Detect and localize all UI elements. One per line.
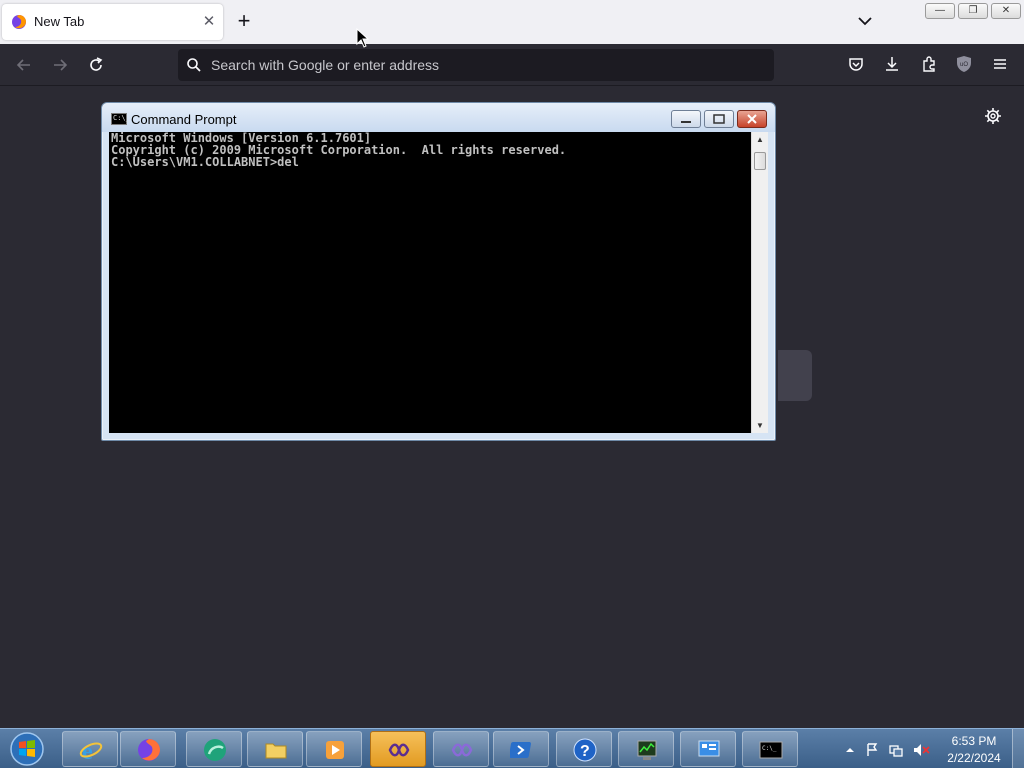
cmd-scrollbar[interactable]: ▲ ▼ — [751, 132, 768, 433]
tab-close-button[interactable]: ✕ — [201, 12, 217, 30]
back-arrow-icon[interactable] — [14, 55, 34, 75]
taskbar-windows-explorer[interactable] — [247, 731, 303, 767]
taskbar-help[interactable]: ? — [556, 731, 612, 767]
tab-strip: New Tab ✕ + — ❐ ✕ — [0, 0, 1024, 44]
taskbar-internet-explorer[interactable]: e — [62, 731, 118, 767]
address-bar[interactable]: Search with Google or enter address — [178, 49, 774, 81]
cmd-icon: C:\_ — [111, 113, 130, 125]
volume-muted-icon — [914, 744, 921, 756]
search-icon — [187, 58, 201, 72]
taskbar-command-prompt[interactable]: C:\_ — [742, 731, 798, 767]
cmd-title-bar[interactable]: C:\_ Command Prompt — [102, 103, 775, 132]
start-button-icon[interactable] — [6, 731, 48, 767]
ublock-icon[interactable]: uO — [955, 55, 973, 73]
internet-explorer-icon: e — [79, 739, 103, 762]
downloads-icon[interactable] — [883, 55, 901, 73]
taskbar-visual-studio[interactable] — [370, 731, 426, 767]
console-prompt-line[interactable]: C:\Users\VM1.COLLABNET>del — [111, 156, 749, 168]
mouse-cursor-icon — [356, 28, 370, 48]
new-tab-search-panel — [778, 350, 812, 401]
media-player-icon — [326, 741, 344, 759]
reload-icon[interactable] — [86, 55, 106, 75]
window-restore-button[interactable]: ❐ — [958, 3, 988, 19]
visual-studio-icon — [388, 743, 410, 757]
menu-icon[interactable] — [991, 55, 1009, 73]
help-icon: ? — [573, 738, 597, 762]
powershell-icon — [510, 742, 531, 758]
firefox-icon — [138, 739, 160, 761]
tab-new-tab[interactable]: New Tab ✕ — [2, 4, 223, 40]
system-tray[interactable] — [842, 740, 942, 760]
folder-icon — [265, 743, 287, 759]
svg-text:C:\_: C:\_ — [762, 745, 777, 752]
taskbar-firefox[interactable] — [120, 731, 176, 767]
taskbar-visual-studio-2[interactable] — [433, 731, 489, 767]
taskbar-clock[interactable]: 6:53 PM 2/22/2024 — [944, 733, 1004, 767]
taskbar-browser[interactable] — [186, 731, 242, 767]
new-tab-button[interactable]: + — [234, 10, 254, 32]
show-desktop-button[interactable] — [1012, 729, 1024, 768]
cmd-close-button[interactable] — [737, 110, 767, 128]
gear-icon[interactable] — [984, 107, 1002, 125]
forward-arrow-icon[interactable] — [50, 55, 70, 75]
scroll-thumb[interactable] — [754, 152, 766, 170]
action-center-flag-icon — [867, 743, 878, 756]
visual-studio-icon — [451, 743, 473, 757]
extensions-icon[interactable] — [920, 55, 938, 73]
svg-text:e: e — [82, 739, 93, 762]
cmd-minimize-button[interactable] — [671, 110, 701, 128]
list-all-tabs-button[interactable] — [856, 12, 874, 30]
taskbar-media-player[interactable] — [306, 731, 362, 767]
taskbar-control-panel[interactable] — [680, 731, 736, 767]
window-minimize-button[interactable]: — — [925, 3, 955, 19]
task-manager-icon — [637, 740, 657, 760]
svg-text:?: ? — [580, 743, 590, 760]
pocket-icon[interactable] — [847, 55, 865, 73]
address-placeholder: Search with Google or enter address — [211, 57, 440, 73]
command-prompt-icon: C:\_ — [759, 741, 783, 759]
firefox-icon — [12, 15, 26, 29]
cmd-title: Command Prompt — [131, 112, 237, 127]
scroll-up-arrow-icon[interactable]: ▲ — [756, 135, 764, 144]
window-close-button[interactable]: ✕ — [991, 3, 1021, 19]
scroll-down-arrow-icon[interactable]: ▼ — [756, 421, 764, 430]
console-output[interactable]: Microsoft Windows [Version 6.1.7601] Cop… — [109, 132, 751, 433]
tab-title: New Tab — [34, 14, 85, 29]
show-hidden-icons-icon — [846, 748, 854, 752]
cmd-maximize-button[interactable] — [704, 110, 734, 128]
taskbar-task-manager[interactable] — [618, 731, 674, 767]
globe-browser-icon — [204, 739, 226, 761]
svg-text:uO: uO — [960, 62, 968, 68]
control-panel-icon — [698, 740, 720, 757]
command-prompt-window[interactable]: C:\_ Command Prompt Microsoft Windows [V… — [101, 102, 776, 441]
clock-date: 2/22/2024 — [947, 751, 1001, 765]
clock-time: 6:53 PM — [951, 734, 997, 748]
taskbar-powershell[interactable] — [493, 731, 549, 767]
